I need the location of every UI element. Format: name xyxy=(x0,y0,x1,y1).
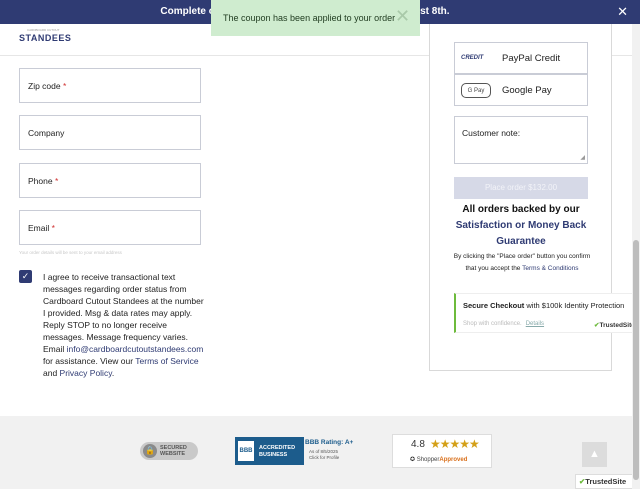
customer-note-label: Customer note: xyxy=(462,128,521,138)
shopper-approved-logo: ✪ ShopperApproved xyxy=(410,457,468,463)
phone-field[interactable]: Phone * xyxy=(19,163,201,198)
customer-note-field[interactable]: Customer note: ◢ xyxy=(454,116,588,164)
terms-of-service-link[interactable]: Terms of Service xyxy=(135,356,198,366)
bbb-rating-details: As of 8/5/2025 Click for Profile xyxy=(309,449,340,460)
trustedsite-badge[interactable]: ✔TrustedSite xyxy=(594,321,635,329)
email-field[interactable]: Email * xyxy=(19,210,201,245)
google-pay-icon: G Pay xyxy=(461,83,491,98)
bbb-logo-icon: BBB xyxy=(238,441,254,461)
close-icon[interactable]: ✕ xyxy=(395,7,410,25)
company-field[interactable]: Company xyxy=(19,115,201,150)
trustedsite-heading: Secure Checkout with $100k Identity Prot… xyxy=(463,301,625,310)
page-scrollbar[interactable] xyxy=(632,24,640,489)
trustedsite-widget: Secure Checkout with $100k Identity Prot… xyxy=(454,293,635,333)
payment-option-label: PayPal Credit xyxy=(502,53,561,64)
bbb-rating: BBB Rating: A+ xyxy=(305,439,354,446)
lock-icon: 🔒 xyxy=(143,444,157,458)
bbb-seal: BBB ACCREDITED BUSINESS xyxy=(235,437,304,465)
field-label: Company xyxy=(28,128,65,138)
payment-option-label: Google Pay xyxy=(502,85,552,96)
shopper-approved-icon: ✪ xyxy=(410,457,416,463)
close-icon[interactable]: ✕ xyxy=(617,4,628,20)
scroll-to-top-button[interactable]: ▲ xyxy=(582,442,607,467)
terms-confirmation: By clicking the "Place order" button you… xyxy=(453,253,591,272)
arrow-up-icon: ▲ xyxy=(589,448,600,460)
field-label: Email * xyxy=(28,223,55,233)
logo-tagline: CARDBOARD CUTOUT xyxy=(27,28,60,32)
paypal-credit-icon: CREDIT xyxy=(461,55,484,61)
terms-conditions-link[interactable]: Terms & Conditions xyxy=(522,265,578,272)
trustedsite-corner-badge[interactable]: ✔TrustedSite xyxy=(575,474,632,489)
scrollbar-thumb[interactable] xyxy=(633,240,639,480)
support-email-link[interactable]: info@cardboardcutoutstandees.com xyxy=(67,344,204,354)
sms-consent-checkbox[interactable]: ✓ xyxy=(19,270,32,283)
shopper-score: 4.8 xyxy=(411,439,425,450)
sms-consent-text: I agree to receive transactional text me… xyxy=(43,272,204,378)
logo-text: STANDEES xyxy=(19,33,72,43)
shopper-approved-badge[interactable]: 4.8 ★★★★★ ✪ ShopperApproved xyxy=(392,434,492,468)
site-footer: 🔒 SECURED WEBSITE BBB ACCREDITED BUSINESS … xyxy=(0,416,632,489)
payment-option-paypal-credit[interactable]: CREDIT PayPal Credit xyxy=(454,42,588,74)
bbb-accredited-badge[interactable]: BBB ACCREDITED BUSINESS BBB Rating: A+ As… xyxy=(235,437,357,465)
trustedsite-subtext: Shop with confidence. Details xyxy=(463,321,545,327)
zip-code-field[interactable]: Zip code * xyxy=(19,68,201,103)
secured-website-badge[interactable]: 🔒 SECURED WEBSITE xyxy=(140,442,198,460)
site-logo[interactable]: CARDBOARD CUTOUT STANDEES xyxy=(19,28,72,43)
guarantee-text: All orders backed by our Satisfaction or… xyxy=(455,204,587,247)
toast-message: The coupon has been applied to your orde… xyxy=(223,13,396,23)
coupon-toast: The coupon has been applied to your orde… xyxy=(211,0,420,36)
details-link[interactable]: Details xyxy=(526,321,544,327)
privacy-policy-link[interactable]: Privacy Policy xyxy=(60,368,112,378)
field-label: Phone * xyxy=(28,176,59,186)
payment-option-google-pay[interactable]: G Pay Google Pay xyxy=(454,74,588,106)
email-helper-text: Your order details will be sent to your … xyxy=(19,250,122,255)
star-rating-icon: ★★★★★ xyxy=(430,437,480,451)
place-order-button[interactable]: Place order $132.00 xyxy=(454,177,588,199)
resize-handle-icon[interactable]: ◢ xyxy=(580,154,585,161)
field-label: Zip code * xyxy=(28,81,67,91)
